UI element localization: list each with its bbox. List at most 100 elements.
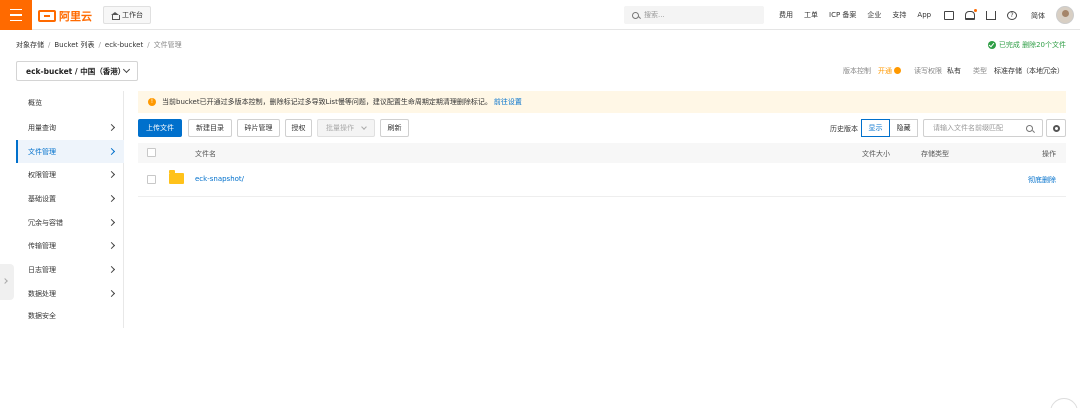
sidebar-item-label: 传输管理	[28, 241, 56, 250]
history-hide-toggle[interactable]: 隐藏	[889, 119, 918, 137]
scroll-to-top-button[interactable]	[1050, 398, 1078, 408]
search-icon[interactable]	[1026, 125, 1033, 132]
version-control-value[interactable]: 开通	[878, 66, 901, 76]
new-directory-label: 新建目录	[196, 124, 224, 132]
file-prefix-search-input[interactable]: 请输入文件名前缀匹配	[923, 119, 1043, 137]
permanent-delete-link[interactable]: 彻底删除	[1028, 175, 1056, 185]
chevron-right-icon	[107, 289, 116, 298]
workbench-label: 工作台	[122, 11, 143, 19]
file-table-header: 文件名 文件大小 存储类型 操作	[138, 143, 1066, 163]
settings-button[interactable]	[1046, 119, 1066, 137]
global-search-input[interactable]: 搜索...	[624, 6, 764, 24]
top-links: 费用 工单 ICP 备案 企业 支持 App	[779, 0, 942, 30]
authorize-button[interactable]: 授权	[285, 119, 312, 137]
sidebar-item-label: 基础设置	[28, 194, 56, 203]
version-warning-notice: ! 当前bucket已开通过多版本控制，删除标记过多导致List慢等问题，建议配…	[138, 91, 1066, 113]
task-status-text: 已完成 删除20个文件	[998, 41, 1066, 49]
chevron-right-icon	[107, 170, 116, 179]
menu-icon[interactable]	[0, 0, 32, 30]
link-icp[interactable]: ICP 备案	[829, 10, 856, 20]
batch-operations-dropdown[interactable]: 批量操作	[317, 119, 375, 137]
sidebar-item-label: 概览	[28, 98, 42, 107]
link-ticket[interactable]: 工单	[804, 10, 818, 20]
upload-file-button[interactable]: 上传文件	[138, 119, 182, 137]
chevron-right-icon	[107, 218, 116, 227]
link-app[interactable]: App	[917, 11, 931, 19]
link-enterprise[interactable]: 企业	[867, 10, 881, 20]
mail-icon[interactable]	[944, 10, 954, 20]
language-switch[interactable]: 简体	[1031, 11, 1045, 21]
cart-icon[interactable]	[986, 10, 996, 20]
global-search-placeholder: 搜索...	[644, 11, 665, 19]
sidebar-item-transfer[interactable]: 传输管理	[16, 234, 124, 257]
select-all-checkbox[interactable]	[147, 148, 156, 157]
sidebar-item-logs[interactable]: 日志管理	[16, 258, 124, 281]
chevron-right-icon	[107, 147, 116, 156]
warning-icon	[894, 67, 901, 74]
aliyun-logo[interactable]: 阿里云	[38, 8, 92, 24]
chevron-down-icon	[361, 123, 367, 130]
bucket-selector-value: eck-bucket / 中国（香港）	[26, 66, 126, 76]
chevron-right-icon	[107, 123, 116, 132]
link-billing[interactable]: 费用	[779, 10, 793, 20]
help-icon[interactable]: ?	[1007, 10, 1017, 20]
brand-name: 阿里云	[59, 10, 92, 23]
sidebar-item-permissions[interactable]: 权限管理	[16, 163, 124, 186]
column-header-size: 文件大小	[862, 150, 890, 158]
warning-icon: !	[148, 98, 156, 106]
crumb-separator: /	[98, 41, 101, 49]
chevron-right-icon	[107, 265, 116, 274]
sidebar-item-label: 用量查询	[28, 123, 56, 132]
bucket-sidebar: 概览 用量查询 文件管理 权限管理 基础设置 冗余与容错 传输管理 日志管理 数…	[16, 91, 124, 328]
task-status[interactable]: 已完成 删除20个文件	[987, 40, 1066, 50]
sidebar-item-data-processing[interactable]: 数据处理	[16, 282, 124, 305]
sidebar-item-label: 冗余与容错	[28, 218, 63, 227]
refresh-button[interactable]: 刷新	[380, 119, 409, 137]
authorize-label: 授权	[291, 124, 306, 132]
notice-settings-link[interactable]: 前往设置	[494, 97, 522, 107]
refresh-label: 刷新	[387, 124, 402, 132]
bucket-selector[interactable]: eck-bucket / 中国（香港）	[16, 61, 138, 81]
crumb-separator: /	[48, 41, 51, 49]
sidebar-item-label: 数据处理	[28, 289, 56, 298]
history-hide-label: 隐藏	[896, 124, 911, 132]
sidebar-item-label: 数据安全	[28, 311, 56, 320]
avatar[interactable]	[1056, 6, 1074, 24]
fragment-management-button[interactable]: 碎片管理	[237, 119, 280, 137]
sidebar-item-usage[interactable]: 用量查询	[16, 116, 124, 139]
column-header-action: 操作	[1042, 150, 1056, 158]
crumb-oss[interactable]: 对象存储	[16, 41, 44, 49]
sidebar-item-label: 文件管理	[28, 147, 56, 156]
logo-mark-icon	[38, 10, 56, 22]
notification-dot	[974, 8, 977, 12]
row-checkbox[interactable]	[147, 175, 156, 184]
version-control-status: 开通	[878, 67, 892, 75]
acl-value: 私有	[947, 67, 961, 75]
folder-name-link[interactable]: eck-snapshot/	[195, 175, 244, 183]
history-version-label: 历史版本	[830, 125, 858, 133]
sidebar-collapse-toggle[interactable]	[0, 264, 14, 300]
fragment-management-label: 碎片管理	[244, 124, 273, 132]
workbench-button[interactable]: 工作台	[103, 6, 151, 24]
file-search-placeholder: 请输入文件名前缀匹配	[933, 124, 1003, 132]
home-icon	[111, 11, 120, 20]
acl-label: 读写权限	[914, 67, 942, 75]
sidebar-item-overview[interactable]: 概览	[16, 91, 124, 114]
sidebar-item-files[interactable]: 文件管理	[16, 140, 124, 163]
sidebar-item-basic-settings[interactable]: 基础设置	[16, 187, 124, 210]
new-directory-button[interactable]: 新建目录	[188, 119, 232, 137]
crumb-bucket[interactable]: eck-bucket	[105, 41, 143, 49]
crumb-bucket-list[interactable]: Bucket 列表	[54, 41, 94, 49]
bell-icon[interactable]	[965, 8, 977, 20]
crumb-current: 文件管理	[153, 41, 182, 49]
link-support[interactable]: 支持	[892, 10, 906, 20]
history-show-toggle[interactable]: 显示	[861, 119, 890, 137]
chevron-right-icon	[107, 241, 116, 250]
sidebar-item-data-security[interactable]: 数据安全	[16, 304, 124, 327]
check-circle-icon	[987, 41, 996, 49]
storage-type-value: 标准存储（本地冗余）	[994, 67, 1064, 75]
gear-icon	[1052, 124, 1060, 132]
sidebar-item-redundancy[interactable]: 冗余与容错	[16, 211, 124, 234]
column-header-storage: 存储类型	[921, 150, 949, 158]
chevron-right-icon	[2, 278, 8, 284]
